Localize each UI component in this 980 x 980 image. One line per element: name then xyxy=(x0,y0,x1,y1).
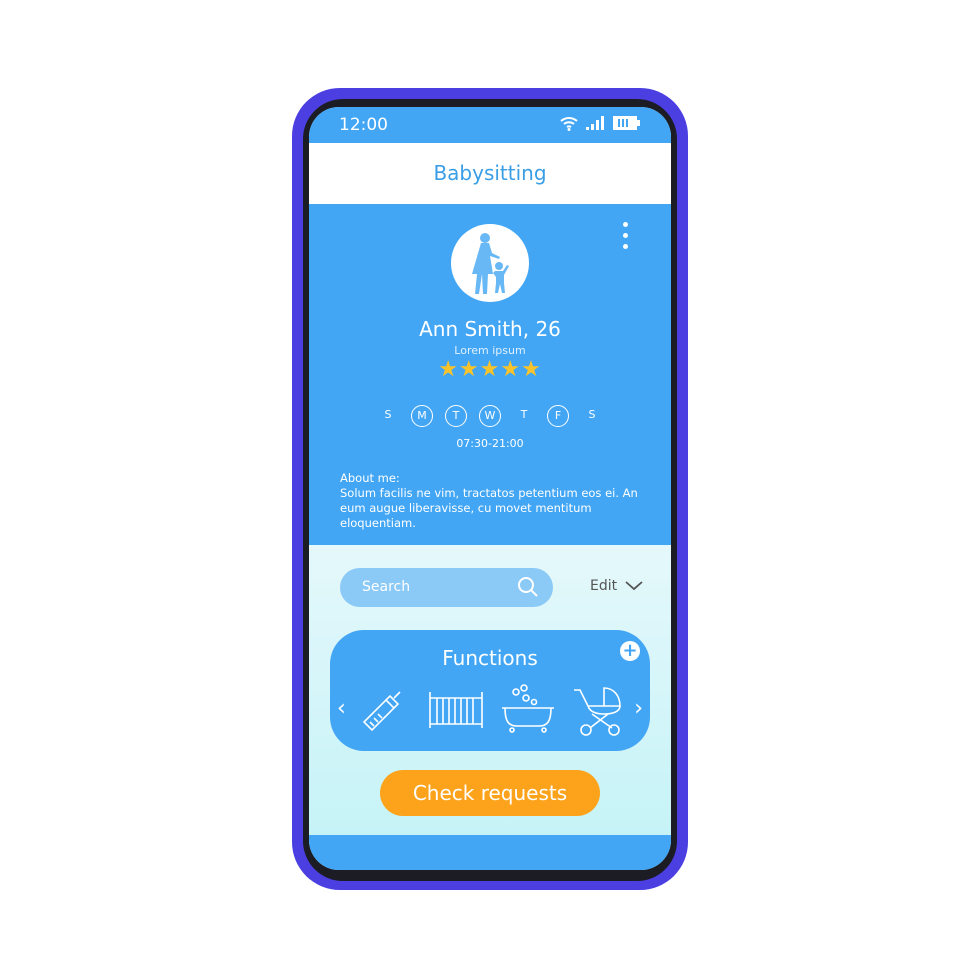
edit-label: Edit xyxy=(590,578,618,594)
chevron-left-icon[interactable]: ‹ xyxy=(337,696,346,721)
day-thursday: T xyxy=(520,408,528,421)
app-header: Babysitting xyxy=(309,143,671,204)
search-input[interactable]: Search xyxy=(340,568,553,607)
bathtub-icon[interactable] xyxy=(500,682,556,738)
functions-title: Functions xyxy=(442,646,538,670)
battery-icon xyxy=(613,116,640,130)
bottom-bar xyxy=(309,835,671,870)
day-sunday: S xyxy=(384,408,392,421)
baby-bottle-icon[interactable] xyxy=(356,682,412,738)
day-monday: M xyxy=(411,405,433,427)
rating-stars: ★★★★★ xyxy=(438,357,542,382)
day-saturday: S xyxy=(588,408,596,421)
about-section: About me: Solum facilis ne vim, tractato… xyxy=(340,471,650,531)
availability-days: S M T W T F S xyxy=(377,405,603,427)
add-function-icon[interactable]: + xyxy=(620,641,640,661)
lower-section: Search Edit Functions + ‹ › Check reques… xyxy=(309,545,671,835)
screen: 12:00 Babysitting Ann Smith, 26 Lorem ip… xyxy=(309,107,671,870)
check-requests-button[interactable]: Check requests xyxy=(380,770,600,816)
chevron-right-icon[interactable]: › xyxy=(634,696,643,721)
crib-icon[interactable] xyxy=(428,682,484,738)
working-hours: 07:30-21:00 xyxy=(456,437,524,450)
profile-name: Ann Smith, 26 xyxy=(419,317,561,341)
day-tuesday: T xyxy=(445,405,467,427)
functions-panel: Functions + ‹ › xyxy=(330,630,650,751)
more-options-icon[interactable] xyxy=(621,222,629,255)
signal-icon xyxy=(586,116,604,130)
search-placeholder: Search xyxy=(362,579,411,595)
status-time: 12:00 xyxy=(339,115,388,135)
stroller-icon[interactable] xyxy=(572,682,628,738)
day-wednesday: W xyxy=(479,405,501,427)
profile-subtitle: Lorem ipsum xyxy=(454,344,526,357)
about-label: About me: xyxy=(340,471,400,485)
profile-card: Ann Smith, 26 Lorem ipsum ★★★★★ S M T W … xyxy=(309,204,671,545)
day-friday: F xyxy=(547,405,569,427)
edit-dropdown[interactable]: Edit xyxy=(590,578,643,594)
avatar[interactable] xyxy=(451,224,529,302)
about-text: Solum facilis ne vim, tractatos petentiu… xyxy=(340,486,638,530)
search-icon[interactable] xyxy=(517,576,539,598)
status-bar: 12:00 xyxy=(309,107,671,143)
page-title: Babysitting xyxy=(433,161,547,185)
chevron-down-icon xyxy=(625,581,643,591)
nanny-with-child-icon xyxy=(472,233,509,294)
wifi-icon xyxy=(560,117,578,131)
